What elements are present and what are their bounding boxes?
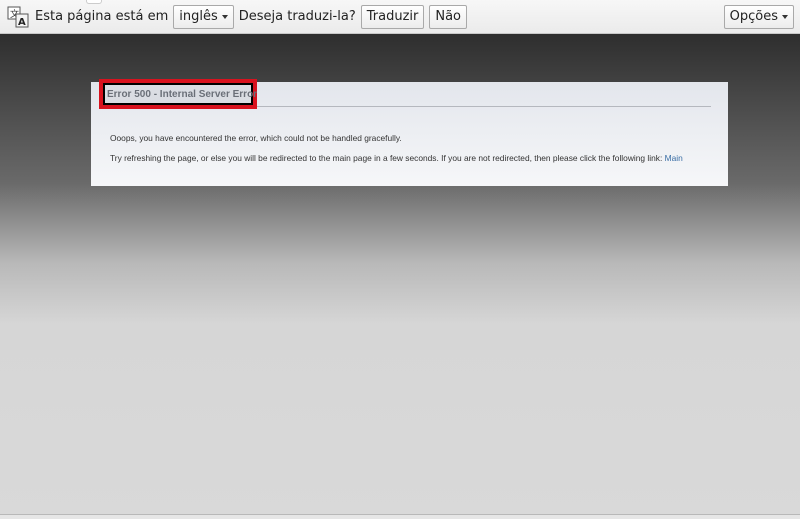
bottom-strip — [0, 514, 800, 519]
options-dropdown-label: Opções — [729, 9, 778, 24]
chevron-down-icon — [782, 14, 788, 19]
page-content: Error 500 - Internal Server Error Ooops,… — [0, 34, 800, 519]
language-dropdown-value: inglês — [179, 9, 218, 24]
language-dropdown[interactable]: inglês — [173, 4, 234, 29]
redirect-message-text: Try refreshing the page, or else you wil… — [110, 153, 663, 163]
main-link[interactable]: Main — [665, 153, 683, 163]
chevron-down-icon — [221, 14, 228, 19]
highlight-box: Error 500 - Internal Server Error — [99, 79, 257, 109]
error-panel: Error 500 - Internal Server Error Ooops,… — [91, 79, 728, 186]
redirect-message: Try refreshing the page, or else you wil… — [110, 153, 683, 163]
translate-question-label: Deseja traduzi-la? — [238, 9, 356, 24]
tab-notch — [86, 0, 102, 4]
translate-prompt-label: Esta página está em — [35, 9, 169, 24]
translate-button[interactable]: Traduzir — [360, 4, 425, 29]
error-title: Error 500 - Internal Server Error — [107, 88, 258, 100]
options-dropdown[interactable]: Opções — [723, 4, 794, 29]
error-message: Ooops, you have encountered the error, w… — [110, 133, 402, 143]
translate-icon: 文 A — [7, 6, 29, 28]
svg-text:A: A — [18, 17, 26, 28]
translate-bar: 文 A Esta página está em inglês Deseja tr… — [0, 0, 800, 34]
no-button[interactable]: Não — [429, 4, 468, 29]
title-divider — [257, 106, 711, 107]
